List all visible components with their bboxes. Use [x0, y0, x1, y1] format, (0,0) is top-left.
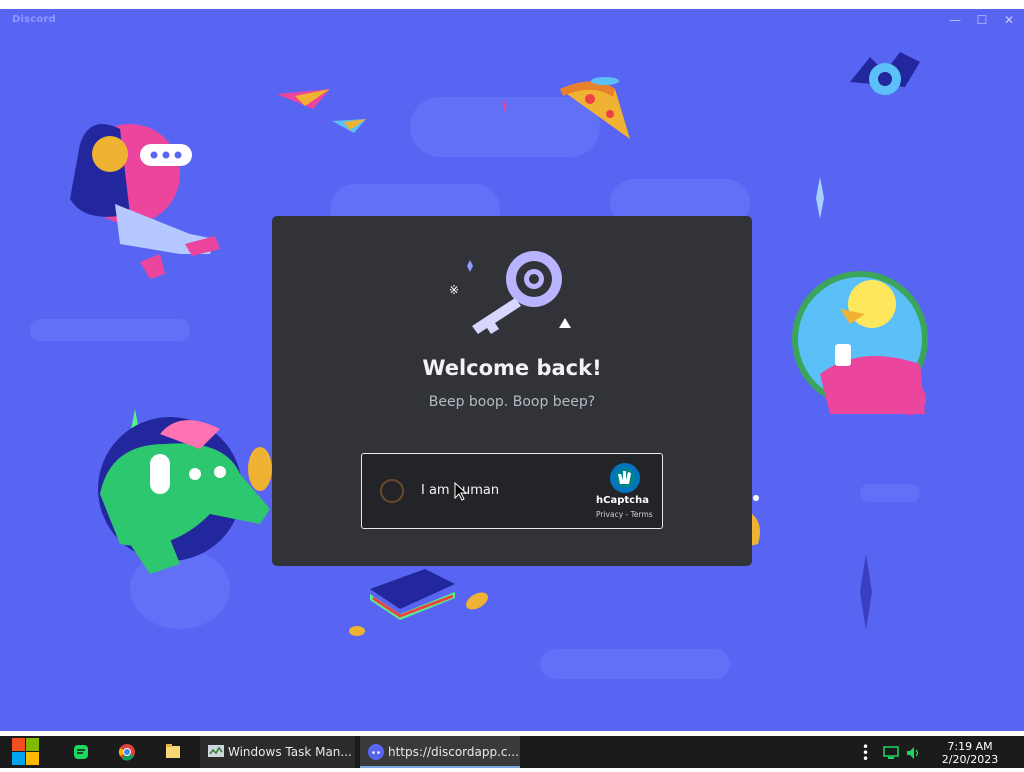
captcha-privacy-terms-links[interactable]: Privacy - Terms	[596, 510, 653, 519]
taskbar-app-discord[interactable]: https://discordapp.c...	[360, 736, 520, 768]
discord-window: Discord — ☐ ✕ ※ Welcome back! Beep boop.…	[0, 9, 1024, 731]
network-icon[interactable]	[882, 746, 900, 760]
captcha-brand: hCaptcha	[596, 495, 649, 506]
hcaptcha-widget[interactable]: I am human hCaptcha Privacy - Terms	[361, 453, 663, 529]
green-creature-illustration	[98, 417, 272, 574]
paper-plane-icon	[332, 119, 366, 133]
sparkle-icon	[503, 99, 507, 113]
taskbar: Windows Task Man... https://discordapp.c…	[0, 736, 1024, 768]
cloud-decoration	[860, 484, 920, 502]
clock-date[interactable]: 2/20/2023	[936, 753, 1004, 766]
minimize-button[interactable]: —	[942, 11, 968, 29]
leaf-decoration	[349, 626, 365, 636]
windows-start-icon[interactable]	[6, 736, 46, 768]
sparkle-icon	[816, 177, 824, 219]
chat-icon[interactable]	[62, 736, 102, 768]
tray-overflow-icon[interactable]: • • •	[862, 741, 869, 765]
girl-with-phone-illustration	[70, 124, 220, 279]
cloud-decoration	[30, 319, 190, 341]
chrome-icon[interactable]	[108, 736, 148, 768]
girl-with-cup-illustration	[792, 271, 928, 415]
taskbar-app-label: https://discordapp.c...	[388, 745, 519, 759]
bat-creature-illustration	[850, 52, 920, 95]
hcaptcha-logo-icon	[610, 463, 640, 493]
page-subtitle: Beep boop. Boop beep?	[428, 394, 596, 410]
mouse-cursor-icon	[454, 482, 468, 501]
login-card: ※ Welcome back! Beep boop. Boop beep? I …	[272, 216, 752, 566]
taskbar-app-label: Windows Task Man...	[228, 745, 352, 759]
title-bar[interactable]: Discord — ☐ ✕	[0, 9, 1024, 31]
page-title: Welcome back!	[422, 356, 602, 380]
leaf-decoration	[466, 592, 488, 610]
volume-icon[interactable]	[905, 746, 923, 760]
discord-icon	[368, 744, 384, 760]
maximize-button[interactable]: ☐	[969, 11, 995, 29]
sandwich-illustration	[370, 569, 455, 620]
key-illustration: ※	[449, 251, 571, 334]
taskbar-app-task-manager[interactable]: Windows Task Man...	[200, 736, 355, 768]
svg-text:※: ※	[449, 283, 459, 297]
paper-plane-icon	[277, 89, 330, 109]
file-explorer-icon[interactable]	[154, 736, 194, 768]
cloud-decoration	[540, 649, 730, 679]
orange-creature-illustration	[750, 495, 760, 546]
task-manager-icon	[208, 745, 224, 757]
clock-time[interactable]: 7:19 AM	[942, 740, 998, 753]
sparkle-icon	[860, 554, 872, 630]
pizza-illustration	[560, 77, 630, 139]
close-button[interactable]: ✕	[996, 11, 1022, 29]
window-title: Discord	[12, 14, 56, 25]
captcha-checkbox[interactable]	[380, 479, 404, 503]
